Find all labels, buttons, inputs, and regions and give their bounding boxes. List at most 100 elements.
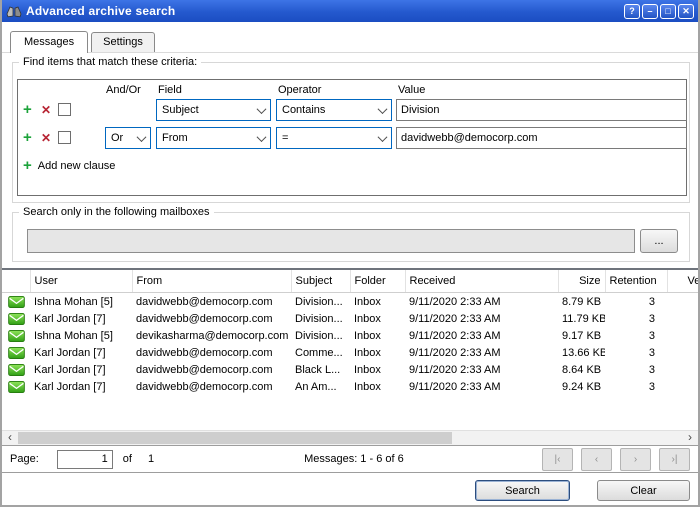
add-row-icon[interactable]: + xyxy=(23,99,32,121)
column-header-from[interactable]: From xyxy=(132,270,291,293)
mailboxes-group-label: Search only in the following mailboxes xyxy=(19,206,214,219)
field-select-value: From xyxy=(162,132,188,144)
cell-received: 9/11/2020 2:33 AM xyxy=(405,361,558,378)
cell-retention: 3 xyxy=(605,310,667,327)
page-number-input[interactable] xyxy=(57,450,113,469)
criteria-header-operator: Operator xyxy=(278,84,321,96)
cell-from: davidwebb@democorp.com xyxy=(132,293,291,311)
value-input[interactable] xyxy=(396,99,687,121)
field-select[interactable]: Subject xyxy=(156,99,271,121)
cell-user: Karl Jordan [7] xyxy=(30,361,132,378)
remove-row-icon[interactable]: ✕ xyxy=(41,127,51,149)
message-envelope-icon xyxy=(2,378,30,395)
chevron-down-icon xyxy=(378,104,388,114)
title-bar: Advanced archive search ? – □ ✕ xyxy=(2,0,698,22)
tab-messages[interactable]: Messages xyxy=(10,31,88,53)
cell-from: davidwebb@democorp.com xyxy=(132,378,291,395)
column-header-folder[interactable]: Folder xyxy=(350,270,405,293)
cell-size: 8.64 KB xyxy=(558,361,605,378)
search-button[interactable]: Search xyxy=(475,480,570,501)
clear-button[interactable]: Clear xyxy=(597,480,690,501)
mailboxes-input[interactable] xyxy=(27,229,635,253)
message-envelope-icon xyxy=(2,361,30,378)
last-page-button[interactable]: ›| xyxy=(659,448,690,471)
message-envelope-icon xyxy=(2,310,30,327)
cell-from: davidwebb@democorp.com xyxy=(132,310,291,327)
cell-from: davidwebb@democorp.com xyxy=(132,361,291,378)
help-button[interactable]: ? xyxy=(624,4,640,19)
criteria-group-label: Find items that match these criteria: xyxy=(19,56,201,69)
first-page-button[interactable]: |‹ xyxy=(542,448,573,471)
cell-from: davidwebb@democorp.com xyxy=(132,344,291,361)
cell-subject: Division... xyxy=(291,327,350,344)
maximize-button[interactable]: □ xyxy=(660,4,676,19)
messages-count: Messages: 1 - 6 of 6 xyxy=(304,453,404,465)
operator-select[interactable]: Contains xyxy=(276,99,392,121)
message-row[interactable]: Karl Jordan [7] davidwebb@democorp.com C… xyxy=(2,344,698,361)
page-count: 1 xyxy=(148,453,154,465)
message-row[interactable]: Karl Jordan [7] davidwebb@democorp.com B… xyxy=(2,361,698,378)
cell-received: 9/11/2020 2:33 AM xyxy=(405,293,558,311)
criteria-header-value: Value xyxy=(398,84,425,96)
operator-select[interactable]: = xyxy=(276,127,392,149)
add-new-clause-link[interactable]: + Add new clause xyxy=(23,156,115,176)
cell-user: Karl Jordan [7] xyxy=(30,310,132,327)
message-row[interactable]: Karl Jordan [7] davidwebb@democorp.com A… xyxy=(2,378,698,395)
andor-select[interactable]: Or xyxy=(105,127,151,149)
results-panel: User From Subject Folder Received Size R… xyxy=(2,268,698,395)
of-label: of xyxy=(123,453,132,465)
cell-size: 8.79 KB xyxy=(558,293,605,311)
minimize-button[interactable]: – xyxy=(642,4,658,19)
cell-received: 9/11/2020 2:33 AM xyxy=(405,327,558,344)
column-header-subject[interactable]: Subject xyxy=(291,270,350,293)
window-title: Advanced archive search xyxy=(26,4,175,18)
criteria-header-field: Field xyxy=(158,84,182,96)
cell-folder: Inbox xyxy=(350,361,405,378)
cell-size: 9.24 KB xyxy=(558,378,605,395)
chevron-down-icon xyxy=(137,132,147,142)
message-row[interactable]: Ishna Mohan [5] devikasharma@democorp.co… xyxy=(2,327,698,344)
browse-mailboxes-button[interactable]: ... xyxy=(640,229,678,253)
message-row[interactable]: Karl Jordan [7] davidwebb@democorp.com D… xyxy=(2,310,698,327)
column-header-retention[interactable]: Retention xyxy=(605,270,667,293)
cell-user: Ishna Mohan [5] xyxy=(30,327,132,344)
page-nav-buttons: |‹ ‹ › ›| xyxy=(542,448,690,471)
column-header-size[interactable]: Size xyxy=(558,270,605,293)
cell-subject: Comme... xyxy=(291,344,350,361)
cell-version xyxy=(667,344,698,361)
field-select[interactable]: From xyxy=(156,127,271,149)
row-checkbox[interactable] xyxy=(58,103,71,116)
cell-subject: Division... xyxy=(291,310,350,327)
results-header-row: User From Subject Folder Received Size R… xyxy=(2,270,698,293)
add-row-icon[interactable]: + xyxy=(23,127,32,149)
value-input[interactable] xyxy=(396,127,687,149)
horizontal-scrollbar[interactable]: ‹ › xyxy=(2,430,698,445)
add-clause-icon: + xyxy=(23,156,32,176)
column-header-version[interactable]: Ve xyxy=(667,270,698,293)
row-checkbox[interactable] xyxy=(58,131,71,144)
cell-size: 13.66 KB xyxy=(558,344,605,361)
column-header-icon[interactable] xyxy=(2,270,30,293)
scroll-left-icon[interactable]: ‹ xyxy=(2,431,18,445)
tab-settings[interactable]: Settings xyxy=(91,32,155,52)
column-header-received[interactable]: Received xyxy=(405,270,558,293)
window-controls: ? – □ ✕ xyxy=(624,4,694,19)
cell-folder: Inbox xyxy=(350,293,405,311)
cell-retention: 3 xyxy=(605,293,667,311)
prev-page-button[interactable]: ‹ xyxy=(581,448,612,471)
chevron-down-icon xyxy=(378,132,388,142)
cell-user: Karl Jordan [7] xyxy=(30,378,132,395)
scroll-right-icon[interactable]: › xyxy=(682,431,698,445)
criteria-row: + ✕ Subject Contains xyxy=(18,99,686,121)
next-page-button[interactable]: › xyxy=(620,448,651,471)
operator-select-value: Contains xyxy=(282,104,325,116)
message-row[interactable]: Ishna Mohan [5] davidwebb@democorp.com D… xyxy=(2,293,698,311)
scrollbar-thumb[interactable] xyxy=(18,432,452,444)
cell-subject: An Am... xyxy=(291,378,350,395)
remove-row-icon[interactable]: ✕ xyxy=(41,99,51,121)
column-header-user[interactable]: User xyxy=(30,270,132,293)
andor-select-value: Or xyxy=(111,132,123,144)
criteria-row: + ✕ Or From = xyxy=(18,127,686,149)
close-button[interactable]: ✕ xyxy=(678,4,694,19)
cell-from: devikasharma@democorp.com xyxy=(132,327,291,344)
